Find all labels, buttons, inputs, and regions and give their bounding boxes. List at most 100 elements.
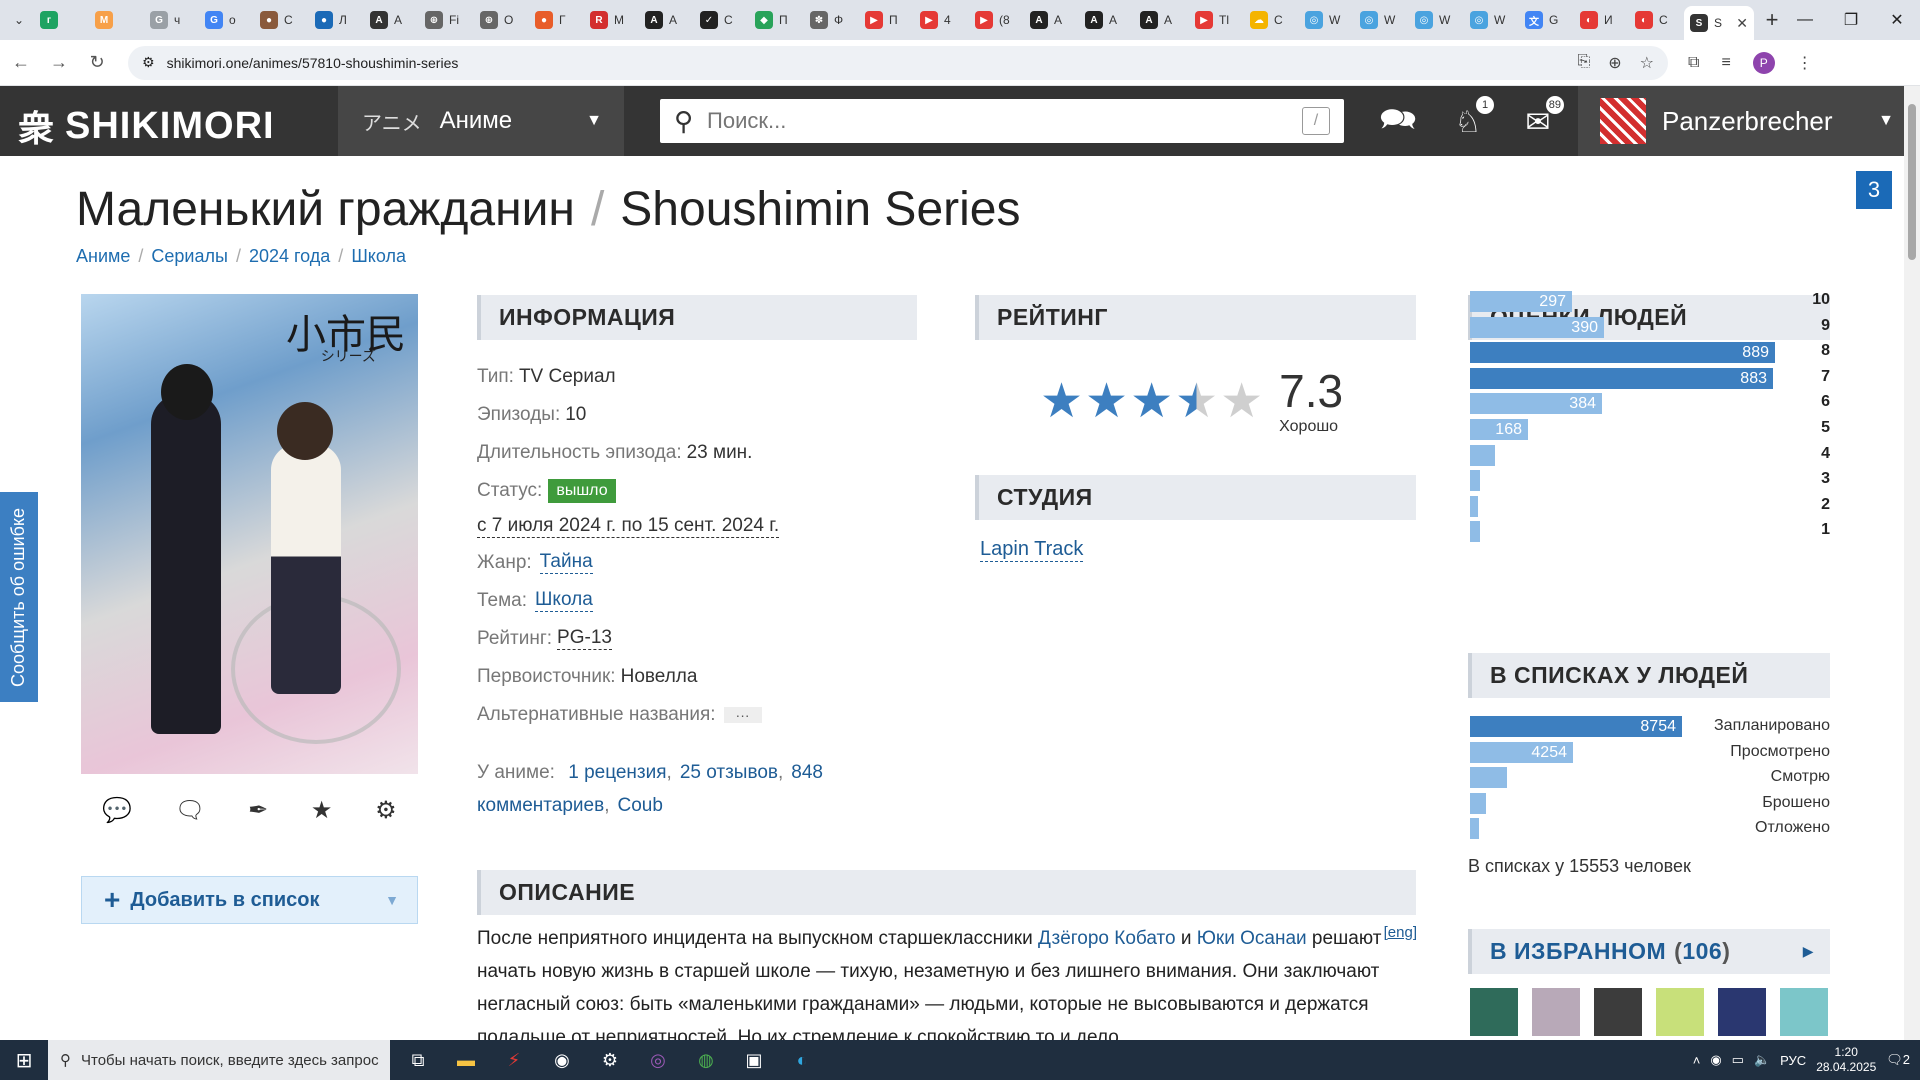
browser-tab[interactable]: ▶ (8 xyxy=(969,4,1024,36)
corner-counter[interactable]: 3 xyxy=(1856,171,1892,209)
genre-link[interactable]: Тайна xyxy=(539,551,593,574)
scrollbar-thumb[interactable] xyxy=(1908,104,1916,260)
favorite-thumbnail[interactable] xyxy=(1532,988,1580,1036)
notification-center-icon[interactable]: 🗨2 xyxy=(1886,1052,1910,1068)
browser-tab[interactable]: M xyxy=(89,4,144,36)
browser-tab[interactable]: AA xyxy=(1134,4,1189,36)
edge-icon[interactable]: ◐ xyxy=(778,1040,826,1080)
browser-tab[interactable]: ☁ C xyxy=(1244,4,1299,36)
section-menu-dropdown[interactable]: アニメ Аниме ▼ xyxy=(338,86,624,156)
tray-expand-icon[interactable]: ˄ xyxy=(1693,1053,1701,1068)
browser-tab[interactable]: ▶ 4 xyxy=(914,4,969,36)
site-search-input[interactable] xyxy=(707,108,1302,134)
breadcrumb-link[interactable]: Аниме xyxy=(76,246,130,267)
breadcrumb-link[interactable]: 2024 года xyxy=(249,246,330,267)
caret-down-icon[interactable]: ▼ xyxy=(385,892,399,908)
windows-start-icon[interactable]: ⊞ xyxy=(0,1040,48,1080)
browser-tab[interactable]: ◎ W xyxy=(1299,4,1354,36)
alt-names-expand-button[interactable]: ··· xyxy=(723,707,762,723)
zoom-icon[interactable]: ⊕ xyxy=(1608,53,1621,73)
task-view-icon[interactable]: ⧉ xyxy=(394,1040,442,1080)
browser-tab[interactable]: ● C xyxy=(254,4,309,36)
browser-tab[interactable]: ⊕ O xyxy=(474,4,529,36)
character-link[interactable]: Юки Осанаи xyxy=(1197,928,1307,949)
anime-poster[interactable]: 小市民 シリーズ xyxy=(81,294,418,774)
close-tab-icon[interactable]: ✕ xyxy=(1736,15,1748,32)
english-description-link[interactable]: [eng] xyxy=(1384,916,1417,949)
browser-tab[interactable]: ◆ П xyxy=(749,4,804,36)
browser-tab[interactable]: AA xyxy=(639,4,694,36)
minimize-icon[interactable]: — xyxy=(1782,0,1828,40)
favorite-thumbnail[interactable] xyxy=(1780,988,1828,1036)
browser-tab[interactable]: г xyxy=(34,4,89,36)
browser-tab[interactable]: ◎ W xyxy=(1409,4,1464,36)
app-red-icon[interactable]: ⚡ xyxy=(490,1040,538,1080)
page-scrollbar[interactable] xyxy=(1904,86,1920,1040)
forward-icon[interactable]: → xyxy=(42,46,76,80)
favorite-thumbnail[interactable] xyxy=(1718,988,1766,1036)
favorite-thumbnail[interactable] xyxy=(1656,988,1704,1036)
theme-link[interactable]: Школа xyxy=(535,589,593,612)
close-window-icon[interactable]: ✕ xyxy=(1874,0,1920,40)
app-purple-icon[interactable]: ◎ xyxy=(634,1040,682,1080)
bookmark-star-icon[interactable]: ☆ xyxy=(1640,53,1654,73)
install-app-icon[interactable]: ⎘ xyxy=(1577,53,1590,73)
air-dates[interactable]: с 7 июля 2024 г. по 15 сент. 2024 г. xyxy=(477,515,780,538)
browser-tab[interactable]: ⊕ Fi xyxy=(419,4,474,36)
browser-tab[interactable]: ◎ W xyxy=(1464,4,1519,36)
user-menu[interactable]: Panzerbrecher ▼ xyxy=(1578,86,1920,156)
app-gear-icon[interactable]: ⚙ xyxy=(586,1040,634,1080)
network-icon[interactable]: ▭ xyxy=(1732,1052,1744,1068)
review-quill-icon[interactable]: ✒ xyxy=(248,796,268,825)
about-link[interactable]: 1 рецензия xyxy=(568,762,666,783)
arrow-right-icon[interactable]: ▶ xyxy=(1803,943,1814,960)
settings-gears-icon[interactable]: ⚙ xyxy=(375,796,397,825)
browser-tab[interactable]: ▶ Tl xyxy=(1189,4,1244,36)
add-to-list-button[interactable]: + Добавить в список ▼ xyxy=(81,876,418,924)
volume-icon[interactable]: 🔈 xyxy=(1754,1052,1770,1068)
browser-tab[interactable]: ● Л xyxy=(309,4,364,36)
profile-avatar[interactable]: P xyxy=(1752,51,1775,74)
character-link[interactable]: Дзёгоро Кобато xyxy=(1038,928,1176,949)
site-info-icon[interactable]: ⚙ xyxy=(142,54,155,71)
site-logo[interactable]: 衆 SHIKIMORI xyxy=(18,100,275,152)
studio-link[interactable]: Lapin Track xyxy=(980,538,1084,562)
browser-tab[interactable]: ✓ C xyxy=(694,4,749,36)
favorite-thumbnail[interactable] xyxy=(1470,988,1518,1036)
browser-tab[interactable]: AA xyxy=(1024,4,1079,36)
browser-tab[interactable]: ● Г xyxy=(529,4,584,36)
about-link[interactable]: 25 отзывов xyxy=(680,762,778,783)
steam-tray-icon[interactable]: ◉ xyxy=(1710,1052,1721,1068)
browser-tab[interactable]: RM xyxy=(584,4,639,36)
browser-tab[interactable]: Go xyxy=(199,4,254,36)
favorite-star-icon[interactable]: ★ xyxy=(311,796,333,825)
chrome-icon[interactable]: ◍ xyxy=(682,1040,730,1080)
browser-tab[interactable]: ▶ П xyxy=(859,4,914,36)
address-bar[interactable]: ⚙ shikimori.one/animes/57810-shoushimin-… xyxy=(128,45,1668,80)
extensions-icon[interactable]: ⧉ xyxy=(1688,54,1699,72)
favorites-heading[interactable]: В ИЗБРАННОМ (106) ▶ xyxy=(1468,929,1830,974)
breadcrumb-link[interactable]: Сериалы xyxy=(151,246,228,267)
browser-tab[interactable]: Gч xyxy=(144,4,199,36)
about-link[interactable]: Coub xyxy=(617,795,662,816)
comments-icon[interactable]: 💬 xyxy=(102,796,132,825)
discussion-icon[interactable]: 🗨 xyxy=(175,796,205,825)
file-explorer-icon[interactable]: ▬ xyxy=(442,1040,490,1080)
language-indicator[interactable]: РУС xyxy=(1780,1053,1806,1068)
back-icon[interactable]: ← xyxy=(4,46,38,80)
browser-tab[interactable]: ✽ Ф xyxy=(804,4,859,36)
notifications-icon[interactable]: ♘ 1 xyxy=(1448,96,1494,140)
site-search-box[interactable]: ⚲ / xyxy=(660,99,1344,143)
favorite-thumbnail[interactable] xyxy=(1594,988,1642,1036)
browser-menu-icon[interactable]: ⋮ xyxy=(1797,53,1813,73)
browser-tab[interactable]: AA xyxy=(1079,4,1134,36)
age-rating[interactable]: PG-13 xyxy=(557,627,612,650)
browser-tab[interactable]: ◐ C xyxy=(1629,4,1684,36)
mail-icon[interactable]: ✉ 89 xyxy=(1518,96,1564,140)
app-ftl-icon[interactable]: ▣ xyxy=(730,1040,778,1080)
media-controls-icon[interactable]: ≡ xyxy=(1721,54,1730,72)
taskbar-search[interactable]: ⚲ Чтобы начать поиск, введите здесь запр… xyxy=(48,1040,390,1080)
browser-tab[interactable]: ◐ И xyxy=(1574,4,1629,36)
breadcrumb-link[interactable]: Школа xyxy=(351,246,406,267)
app-steam-icon[interactable]: ◉ xyxy=(538,1040,586,1080)
